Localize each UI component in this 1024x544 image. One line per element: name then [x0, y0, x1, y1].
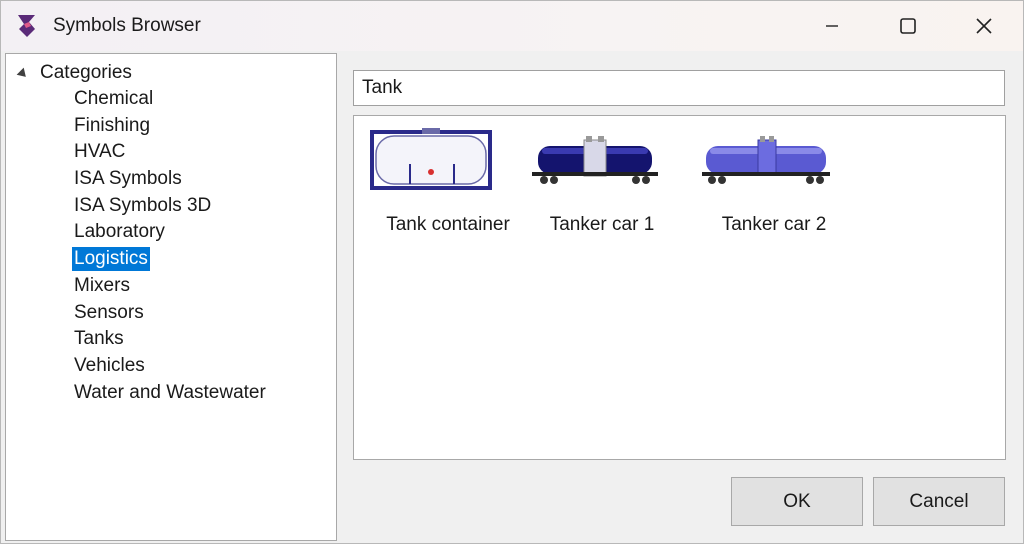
tree-item[interactable]: ISA Symbols: [70, 166, 270, 193]
result-item-tanker-car-2[interactable]: Tanker car 2: [700, 122, 860, 242]
category-tree[interactable]: Categories Chemical Finishing HVAC ISA Symb…: [5, 53, 337, 541]
result-label: Tanker car 2: [721, 214, 827, 235]
result-item-tanker-car-1[interactable]: Tanker car 1: [528, 122, 688, 242]
maximize-icon: [900, 18, 916, 34]
ok-button[interactable]: OK: [731, 477, 863, 526]
tree-item-label: Sensors: [74, 301, 144, 323]
tree-root-categories[interactable]: Categories: [16, 60, 132, 86]
tree-item-label: Logistics: [72, 247, 150, 272]
tree-item-label: Tanks: [74, 328, 124, 350]
tree-item-label: Mixers: [74, 274, 130, 296]
minimize-icon: [826, 25, 838, 27]
close-button[interactable]: [949, 1, 1019, 51]
title-bar[interactable]: Symbols Browser: [1, 1, 1023, 51]
tree-item-label: Laboratory: [74, 221, 165, 243]
tree-root-label: Categories: [40, 62, 132, 83]
tree-item[interactable]: HVAC: [70, 139, 270, 166]
maximize-button[interactable]: [873, 1, 943, 51]
tree-item[interactable]: Logistics: [70, 246, 270, 273]
tree-item[interactable]: Tanks: [70, 326, 270, 353]
tanker-car-2-icon: [702, 136, 830, 184]
minimize-button[interactable]: [797, 1, 867, 51]
results-panel[interactable]: Tank container Tanker car 1 Tanker car 2: [353, 115, 1006, 460]
tree-item[interactable]: Vehicles: [70, 353, 270, 380]
tree-item[interactable]: Sensors: [70, 300, 270, 327]
tree-item[interactable]: Finishing: [70, 113, 270, 140]
tree-item[interactable]: Chemical: [70, 86, 270, 113]
tree-item-label: ISA Symbols 3D: [74, 194, 212, 216]
result-item-tank-container[interactable]: Tank container: [368, 122, 528, 242]
tree-item-label: HVAC: [74, 141, 126, 163]
tree-item-label: Vehicles: [74, 354, 145, 376]
tree-item[interactable]: ISA Symbols 3D: [70, 193, 270, 220]
tree-item-label: Water and Wastewater: [74, 381, 266, 403]
result-label: Tank container: [386, 214, 510, 235]
result-label: Tanker car 1: [549, 214, 655, 235]
tree-item[interactable]: Mixers: [70, 273, 270, 300]
cancel-button[interactable]: Cancel: [873, 477, 1005, 526]
tree-item-label: ISA Symbols: [74, 168, 182, 190]
tree-item[interactable]: Laboratory: [70, 219, 270, 246]
symbols-browser-window: Symbols Browser Categories Chemical Finis…: [0, 0, 1024, 544]
category-list: Chemical Finishing HVAC ISA Symbols ISA Symb…: [70, 86, 270, 406]
tree-item-label: Chemical: [74, 88, 154, 109]
close-icon: [976, 18, 992, 34]
expand-triangle-icon[interactable]: [16, 67, 30, 81]
window-title: Symbols Browser: [53, 15, 201, 36]
tanker-car-1-icon: [532, 136, 658, 184]
app-logo-icon: [18, 15, 35, 37]
tree-item[interactable]: Water and Wastewater: [70, 380, 270, 407]
search-input[interactable]: [353, 70, 1005, 106]
tank-container-icon: [370, 128, 492, 190]
tree-item-label: Finishing: [74, 114, 151, 136]
